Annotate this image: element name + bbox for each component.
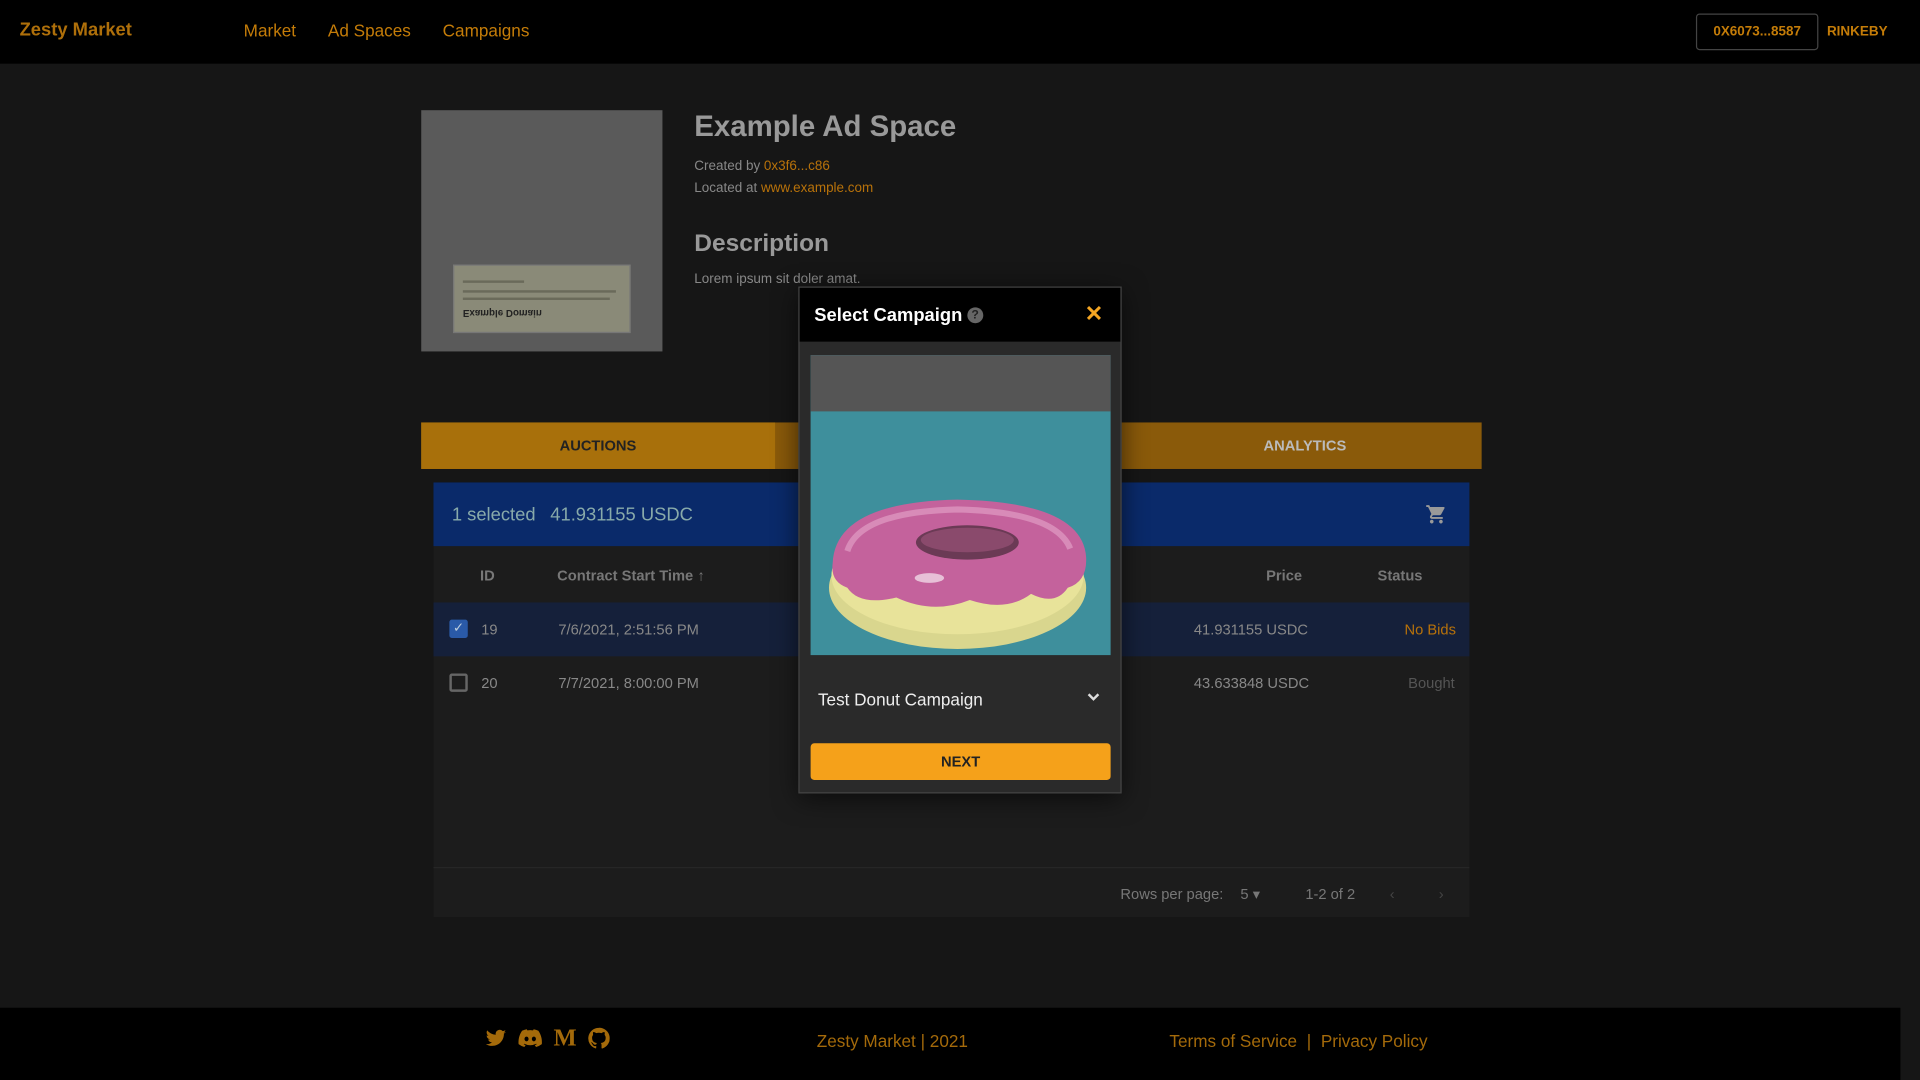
location-link[interactable]: www.example.com — [761, 181, 873, 196]
social-icons: M — [485, 1026, 610, 1055]
row-start-time: 7/7/2021, 8:00:00 PM — [558, 674, 699, 692]
next-button[interactable]: NEXT — [810, 743, 1111, 781]
github-icon[interactable] — [588, 1027, 610, 1055]
chevron-down-icon[interactable] — [1086, 689, 1101, 707]
footer-separator: | — [1306, 1031, 1312, 1051]
created-prefix: Created by — [694, 159, 764, 174]
top-nav: Zesty Market Market Ad Spaces Campaigns … — [0, 0, 1920, 64]
row-status: Bought — [1408, 674, 1455, 692]
privacy-link[interactable]: Privacy Policy — [1321, 1031, 1428, 1051]
row-checkbox[interactable] — [449, 673, 468, 692]
table-pagination: Rows per page: 5 ▾ 1-2 of 2 ‹ › — [433, 866, 1470, 917]
tab-analytics[interactable]: ANALYTICS — [1128, 422, 1481, 469]
row-start-time: 7/6/2021, 2:51:56 PM — [558, 620, 699, 638]
selected-total: 41.931155 USDC — [550, 503, 693, 525]
medium-icon[interactable]: M — [553, 1026, 576, 1055]
thumbnail-card: Example Domain — [453, 264, 631, 334]
nav-link-campaigns[interactable]: Campaigns — [443, 21, 530, 41]
thumbnail-text: Example Domain — [462, 307, 542, 319]
adspace-thumbnail: Example Domain — [421, 110, 663, 352]
rows-per-page-label: Rows per page: — [1120, 885, 1224, 903]
nav-links: Market Ad Spaces Campaigns — [244, 21, 530, 41]
campaign-preview-image — [810, 355, 1111, 656]
terms-link[interactable]: Terms of Service — [1169, 1031, 1297, 1051]
cart-icon[interactable] — [1425, 503, 1447, 531]
footer: M Zesty Market | 2021 Terms of Service |… — [0, 1007, 1901, 1080]
caret-down-icon: ▾ — [1252, 885, 1261, 903]
description-text: Lorem ipsum sit doler amat. — [694, 271, 861, 287]
col-start-time[interactable]: Contract Start Time ↑ — [557, 567, 705, 584]
page-range: 1-2 of 2 — [1305, 885, 1356, 903]
col-status[interactable]: Status — [1378, 567, 1423, 584]
discord-icon[interactable] — [518, 1027, 542, 1055]
donut-image — [810, 411, 1111, 656]
row-price: 43.633848 USDC — [1193, 674, 1310, 692]
campaign-select[interactable]: Test Donut Campaign — [818, 689, 983, 709]
selected-count: 1 selected — [451, 503, 536, 525]
wallet-button[interactable]: 0X6073...8587 — [1695, 13, 1819, 51]
twitter-icon[interactable] — [485, 1027, 507, 1055]
row-id: 19 — [481, 620, 498, 638]
row-checkbox[interactable]: ✓ — [449, 619, 468, 638]
select-campaign-modal: Select Campaign ? ✕ Test Donut Campaign … — [798, 286, 1122, 794]
nav-link-market[interactable]: Market — [244, 21, 296, 41]
col-id[interactable]: ID — [480, 567, 495, 584]
modal-title: Select Campaign — [814, 304, 963, 326]
prev-page-icon[interactable]: ‹ — [1390, 885, 1395, 902]
rows-per-page-value: 5 — [1240, 885, 1249, 903]
tab-auctions[interactable]: AUCTIONS — [421, 422, 775, 469]
help-icon[interactable]: ? — [967, 306, 984, 323]
page-title: Example Ad Space — [694, 110, 957, 144]
creator-link[interactable]: 0x3f6...c86 — [764, 159, 830, 174]
description-heading: Description — [694, 230, 830, 258]
nav-link-ad-spaces[interactable]: Ad Spaces — [328, 21, 411, 41]
created-by: Created by 0x3f6...c86 — [694, 159, 830, 174]
network-label: RINKEBY — [1826, 24, 1888, 40]
col-start-label: Contract Start Time — [557, 566, 694, 585]
located-prefix: Located at — [694, 181, 761, 196]
row-price: 41.931155 USDC — [1193, 620, 1308, 638]
modal-header: Select Campaign ? ✕ — [799, 287, 1121, 342]
located-at: Located at www.example.com — [694, 181, 873, 196]
close-icon[interactable]: ✕ — [1085, 301, 1103, 327]
next-page-icon[interactable]: › — [1439, 885, 1444, 902]
footer-links: Terms of Service | Privacy Policy — [1169, 1031, 1427, 1051]
sort-arrow-icon: ↑ — [697, 566, 705, 585]
rows-per-page-select[interactable]: 5 ▾ — [1240, 885, 1260, 902]
footer-copyright: Zesty Market | 2021 — [816, 1031, 968, 1051]
row-id: 20 — [481, 674, 498, 692]
brand-logo[interactable]: Zesty Market — [20, 20, 132, 41]
row-status: No Bids — [1404, 620, 1456, 638]
col-price[interactable]: Price — [1266, 567, 1302, 584]
